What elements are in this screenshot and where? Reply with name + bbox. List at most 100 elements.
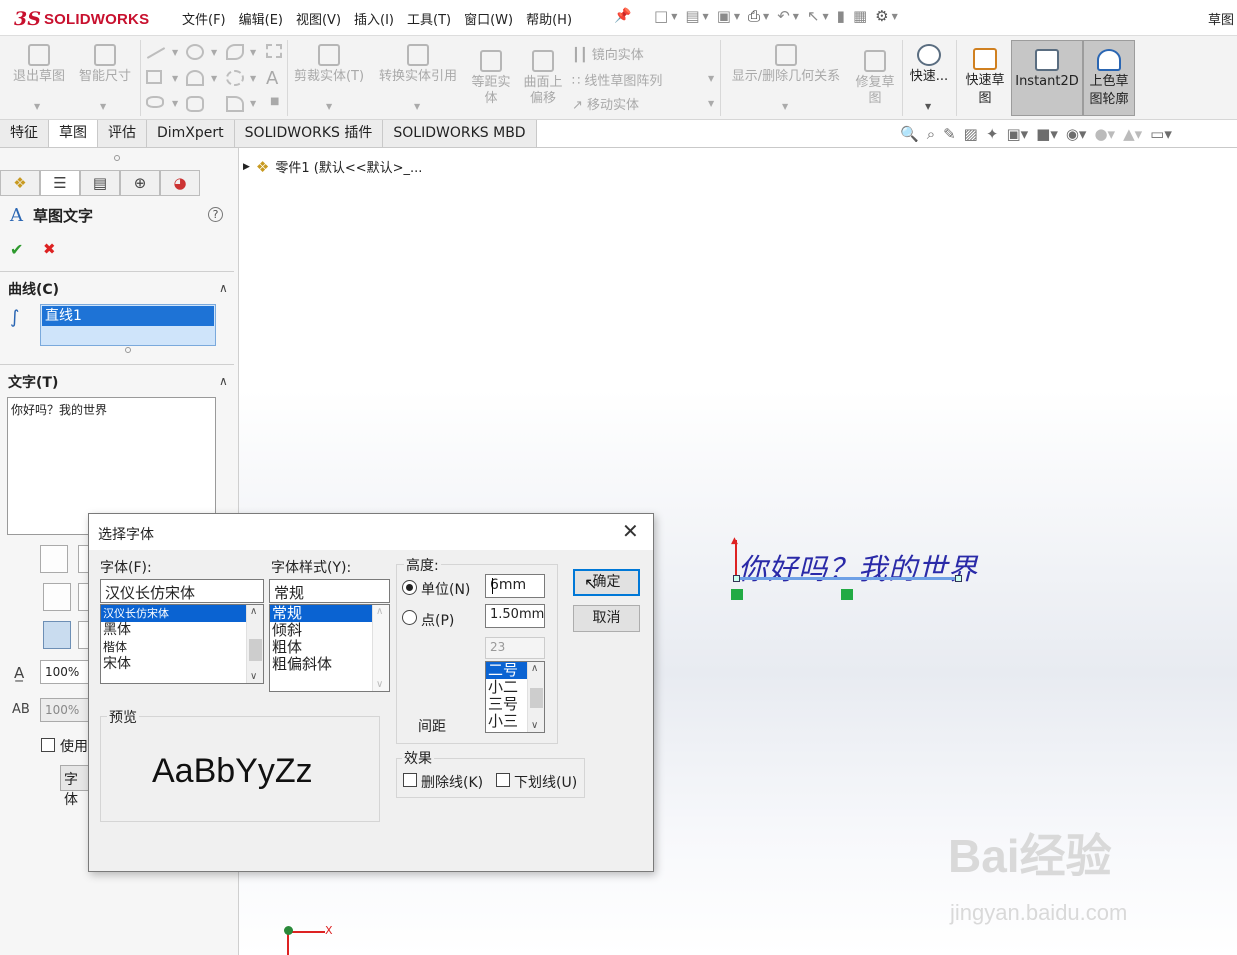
panel-splitter-handle[interactable] (114, 155, 120, 161)
trim-entities-button[interactable]: 剪裁实体(T) (293, 44, 365, 85)
menu-window[interactable]: 窗口(W) (464, 9, 521, 28)
link-property-button[interactable] (40, 545, 68, 573)
scrollbar-thumb[interactable] (530, 688, 543, 708)
menu-view[interactable]: 视图(V) (296, 9, 349, 28)
traffic-light-icon[interactable]: ▮ (837, 7, 845, 25)
scroll-up-icon[interactable]: ∧ (376, 606, 383, 617)
style-list-scrollbar[interactable]: ∧ ∨ (372, 605, 389, 691)
chevron-down-icon[interactable]: ▼ (250, 74, 256, 83)
points-height-input[interactable]: 1.50mm (485, 604, 545, 628)
display-style-icon[interactable]: ■▾ (1036, 125, 1058, 143)
scroll-down-icon[interactable]: ∨ (531, 720, 538, 731)
underline-checkbox[interactable] (496, 773, 510, 787)
sketch-text-preview[interactable]: 你好吗？我的世界 (738, 546, 978, 588)
tab-features[interactable]: 特征 (0, 120, 49, 148)
chevron-down-icon[interactable]: ▼ (34, 102, 40, 111)
options-gear-icon[interactable]: ⚙ (875, 7, 888, 25)
menu-insert[interactable]: 插入(I) (354, 9, 402, 28)
polygon-icon[interactable] (186, 96, 204, 112)
chevron-down-icon[interactable]: ▼ (326, 102, 332, 111)
mirror-entities-button[interactable]: ┃┃ 镜向实体 (572, 44, 644, 63)
scroll-up-icon[interactable]: ∧ (531, 663, 538, 674)
chevron-down-icon[interactable]: ▼ (782, 102, 788, 111)
units-radio[interactable] (402, 580, 417, 595)
line-endpoint-start[interactable] (733, 575, 740, 582)
rectangle-icon[interactable] (146, 70, 162, 84)
zoom-to-fit-icon[interactable]: 🔍 (900, 125, 919, 143)
cancel-x-icon[interactable]: ✖ (43, 240, 56, 258)
print-icon[interactable]: ⎙ (748, 7, 760, 25)
circle-icon[interactable] (186, 44, 204, 60)
pin-icon[interactable]: 📌 (614, 8, 631, 24)
scroll-down-icon[interactable]: ∨ (376, 679, 383, 690)
font-style-input[interactable]: 常规 (269, 579, 390, 603)
view-settings-icon[interactable]: ▭▾ (1150, 125, 1172, 143)
chevron-down-icon[interactable]: ▼ (100, 102, 106, 111)
align-left-button[interactable] (43, 583, 71, 611)
point-size-field[interactable]: 23 (485, 637, 545, 659)
edit-appearance-icon[interactable]: ●▾ (1094, 125, 1115, 143)
ok-check-icon[interactable]: ✔ (10, 240, 23, 259)
chevron-down-icon[interactable]: ▼ (211, 74, 217, 83)
plane-icon[interactable] (266, 44, 282, 58)
menu-file[interactable]: 文件(F) (182, 9, 234, 28)
chevron-down-icon[interactable]: ▼ (414, 102, 420, 111)
font-style-list[interactable]: 常规 倾斜 粗体 粗偏斜体 ∧ ∨ (269, 604, 390, 692)
chevron-down-icon[interactable]: ▼ (925, 102, 931, 111)
chevron-down-icon[interactable]: ▼ (892, 12, 898, 25)
horizontal-relation-icon[interactable] (841, 589, 853, 600)
linear-pattern-button[interactable]: ∷ 线性草图阵列 (572, 70, 662, 89)
strikeout-checkbox[interactable] (403, 773, 417, 787)
chevron-down-icon[interactable]: ▼ (823, 12, 829, 25)
select-arrow-icon[interactable]: ↖ (807, 7, 820, 25)
chevron-down-icon[interactable]: ▼ (211, 48, 217, 57)
dynamic-annotation-icon[interactable]: ✦ (986, 125, 999, 143)
apply-scene-icon[interactable]: ▲▾ (1123, 125, 1142, 143)
list-resize-handle[interactable] (125, 347, 131, 353)
scroll-up-icon[interactable]: ∧ (250, 606, 257, 617)
font-list-item-selected[interactable]: 汉仪长仿宋体 (101, 605, 263, 622)
help-icon[interactable]: ? (208, 207, 223, 222)
tab-mbd[interactable]: SOLIDWORKS MBD (383, 120, 537, 148)
dimxpert-manager-tab-icon[interactable]: ⊕ (120, 170, 160, 196)
font-list-item[interactable]: 宋体 (101, 656, 263, 673)
hide-show-items-icon[interactable]: ◉▾ (1066, 125, 1087, 143)
save-icon[interactable]: ▣ (717, 7, 731, 25)
collapse-chevron-icon[interactable]: ∧ (219, 374, 228, 388)
chevron-down-icon[interactable]: ▼ (793, 12, 799, 25)
chevron-down-icon[interactable]: ▼ (734, 12, 740, 25)
exit-sketch-button[interactable]: 退出草图 (10, 44, 68, 85)
offset-entities-button[interactable]: 等距实 体 (468, 50, 514, 107)
font-list-item[interactable]: 楷体 (101, 639, 263, 656)
font-list-item[interactable]: 黑体 (101, 622, 263, 639)
tab-evaluate[interactable]: 评估 (98, 120, 147, 148)
menu-edit[interactable]: 编辑(E) (239, 9, 291, 28)
chevron-down-icon[interactable]: ▼ (708, 74, 714, 83)
line-icon[interactable] (146, 47, 166, 59)
font-button[interactable]: 字体 (60, 765, 90, 808)
points-radio[interactable] (402, 610, 417, 625)
scrollbar-thumb[interactable] (249, 639, 262, 661)
scroll-down-icon[interactable]: ∨ (250, 671, 257, 682)
chevron-down-icon[interactable]: ▼ (671, 12, 677, 25)
chevron-down-icon[interactable]: ▼ (172, 74, 178, 83)
size-list-scrollbar[interactable]: ∧ ∨ (527, 662, 544, 732)
chevron-down-icon[interactable]: ▼ (763, 12, 769, 25)
instant2d-button[interactable]: Instant2D (1011, 40, 1083, 116)
convert-entities-button[interactable]: 转换实体引用 (374, 44, 462, 85)
configuration-manager-tab-icon[interactable]: ▤ (80, 170, 120, 196)
chevron-down-icon[interactable]: ▼ (250, 99, 256, 108)
smart-dimension-button[interactable]: 智能尺寸 (76, 44, 134, 85)
shaded-sketch-contours-button[interactable]: 上色草 图轮廓 (1083, 40, 1135, 116)
point-icon[interactable]: ■ (270, 96, 279, 107)
chevron-down-icon[interactable]: ▼ (708, 99, 714, 108)
property-manager-tab-icon[interactable]: ☰ (40, 170, 80, 196)
tab-addins[interactable]: SOLIDWORKS 插件 (234, 120, 384, 148)
zoom-area-icon[interactable]: ⌕ (927, 125, 935, 143)
close-icon[interactable]: ✕ (622, 519, 639, 543)
view-orientation-icon[interactable]: ▣▾ (1006, 125, 1028, 143)
width-factor-field[interactable]: 100% (40, 660, 90, 684)
section-view-icon[interactable]: ▨ (964, 125, 978, 143)
display-delete-relations-button[interactable]: 显示/删除几何关系 (724, 44, 848, 85)
collapse-chevron-icon[interactable]: ∧ (219, 281, 228, 295)
